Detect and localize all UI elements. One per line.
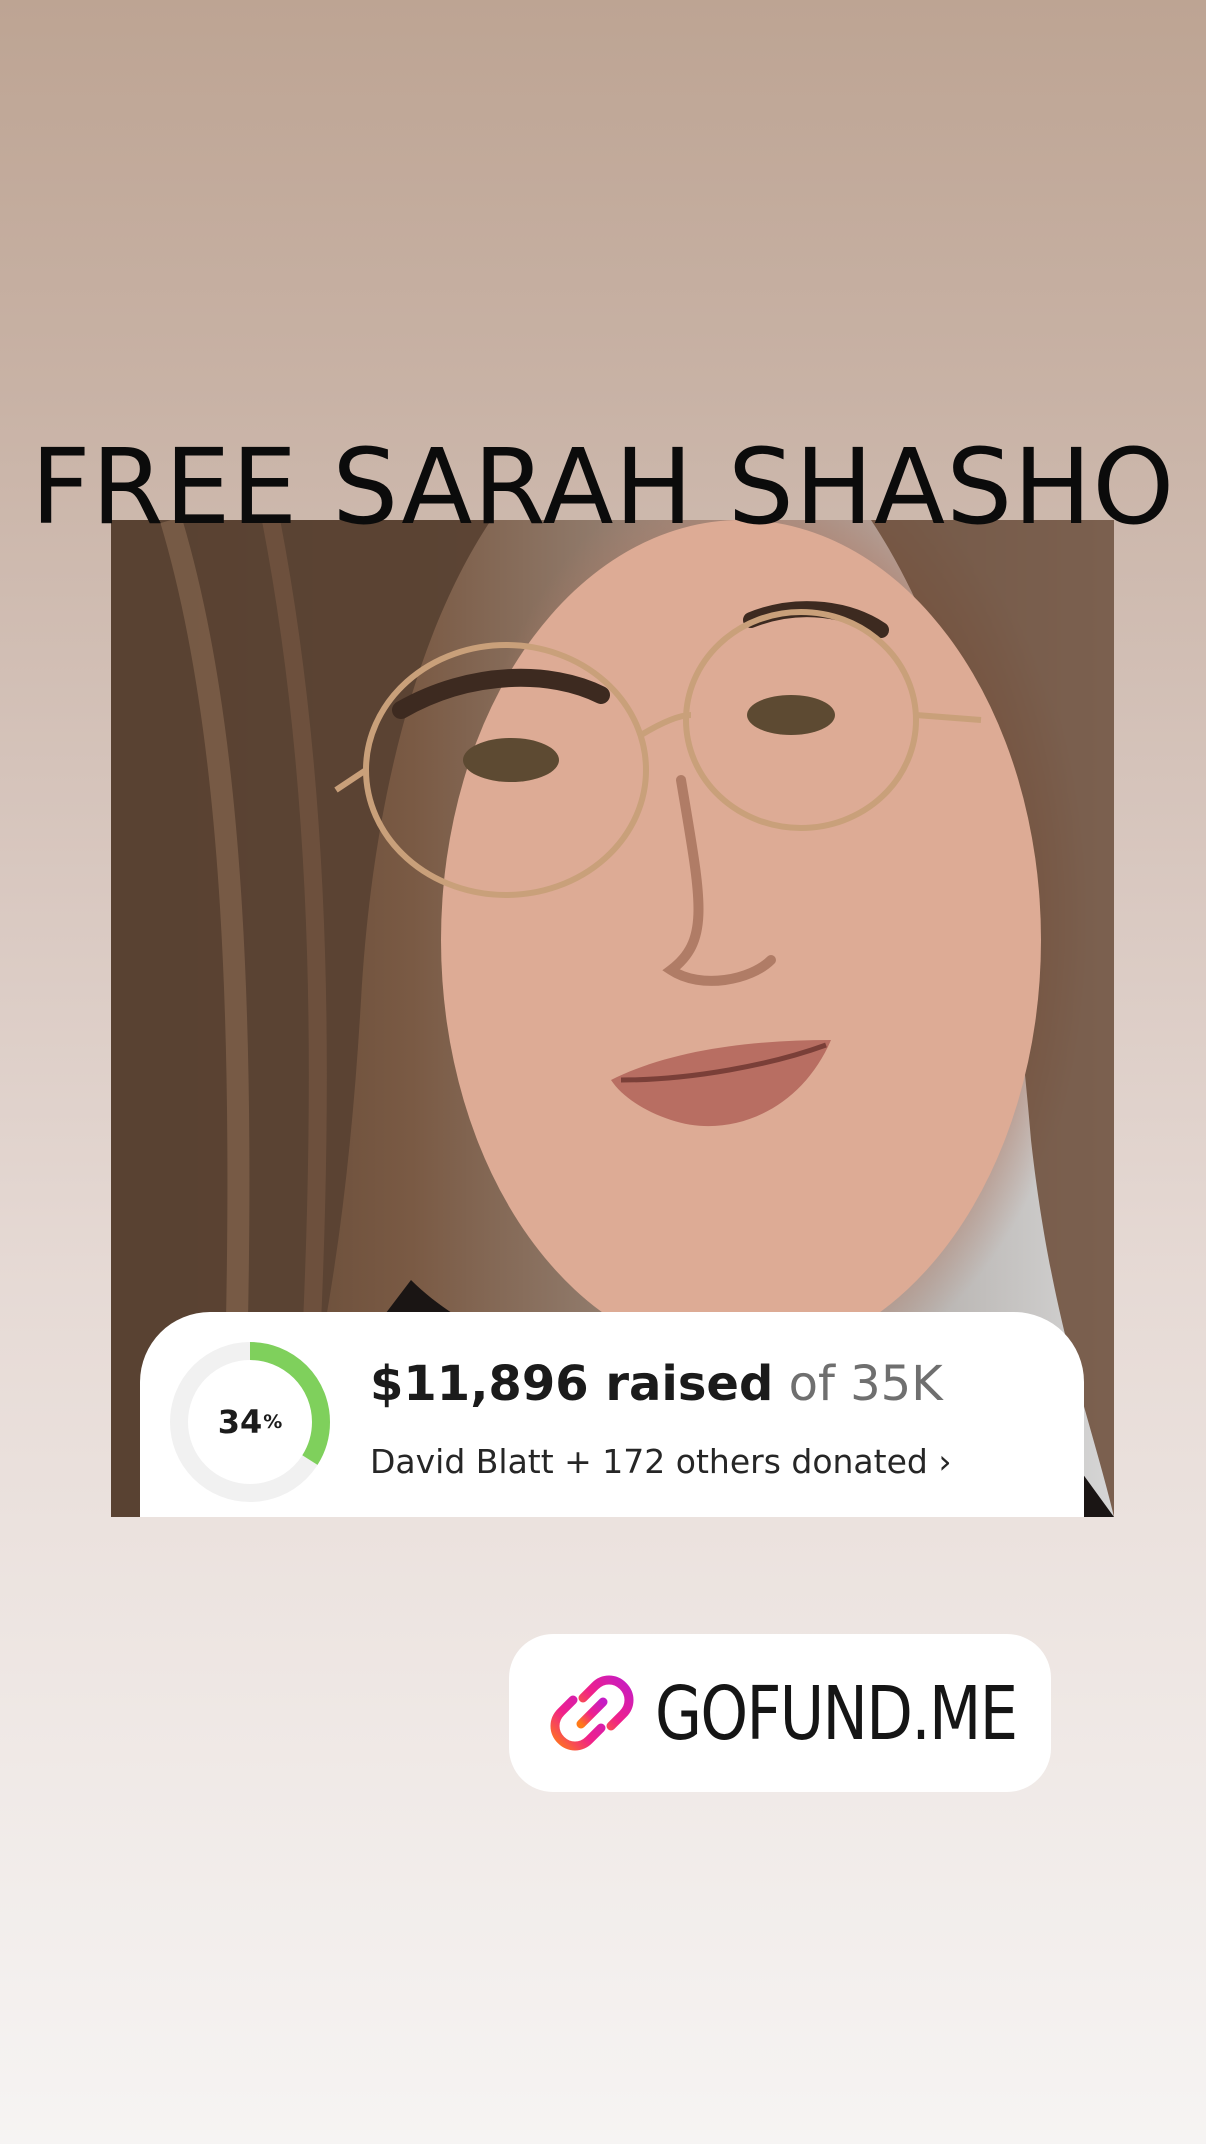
story-title: FREE SARAH SHASHO <box>30 426 1176 548</box>
progress-percent-sign: % <box>263 1411 283 1433</box>
raised-summary: $11,896 raised of 35K <box>370 1356 943 1412</box>
link-label: GOFUND.ME <box>655 1671 1018 1757</box>
donors-link[interactable]: David Blatt + 172 others donated › <box>370 1442 952 1482</box>
goal-amount: of 35K <box>788 1356 943 1412</box>
donors-text: David Blatt + 172 others donated <box>370 1442 928 1481</box>
fundraiser-progress-card[interactable]: 34% $11,896 raised of 35K David Blatt + … <box>140 1312 1084 1517</box>
progress-percent-value: 34 <box>217 1403 263 1441</box>
progress-percent: 34% <box>170 1342 330 1502</box>
chevron-right-icon: › <box>938 1442 952 1481</box>
link-sticker[interactable]: GOFUND.ME <box>509 1634 1051 1792</box>
amount-raised: $11,896 raised <box>370 1356 774 1412</box>
link-icon <box>550 1675 634 1751</box>
